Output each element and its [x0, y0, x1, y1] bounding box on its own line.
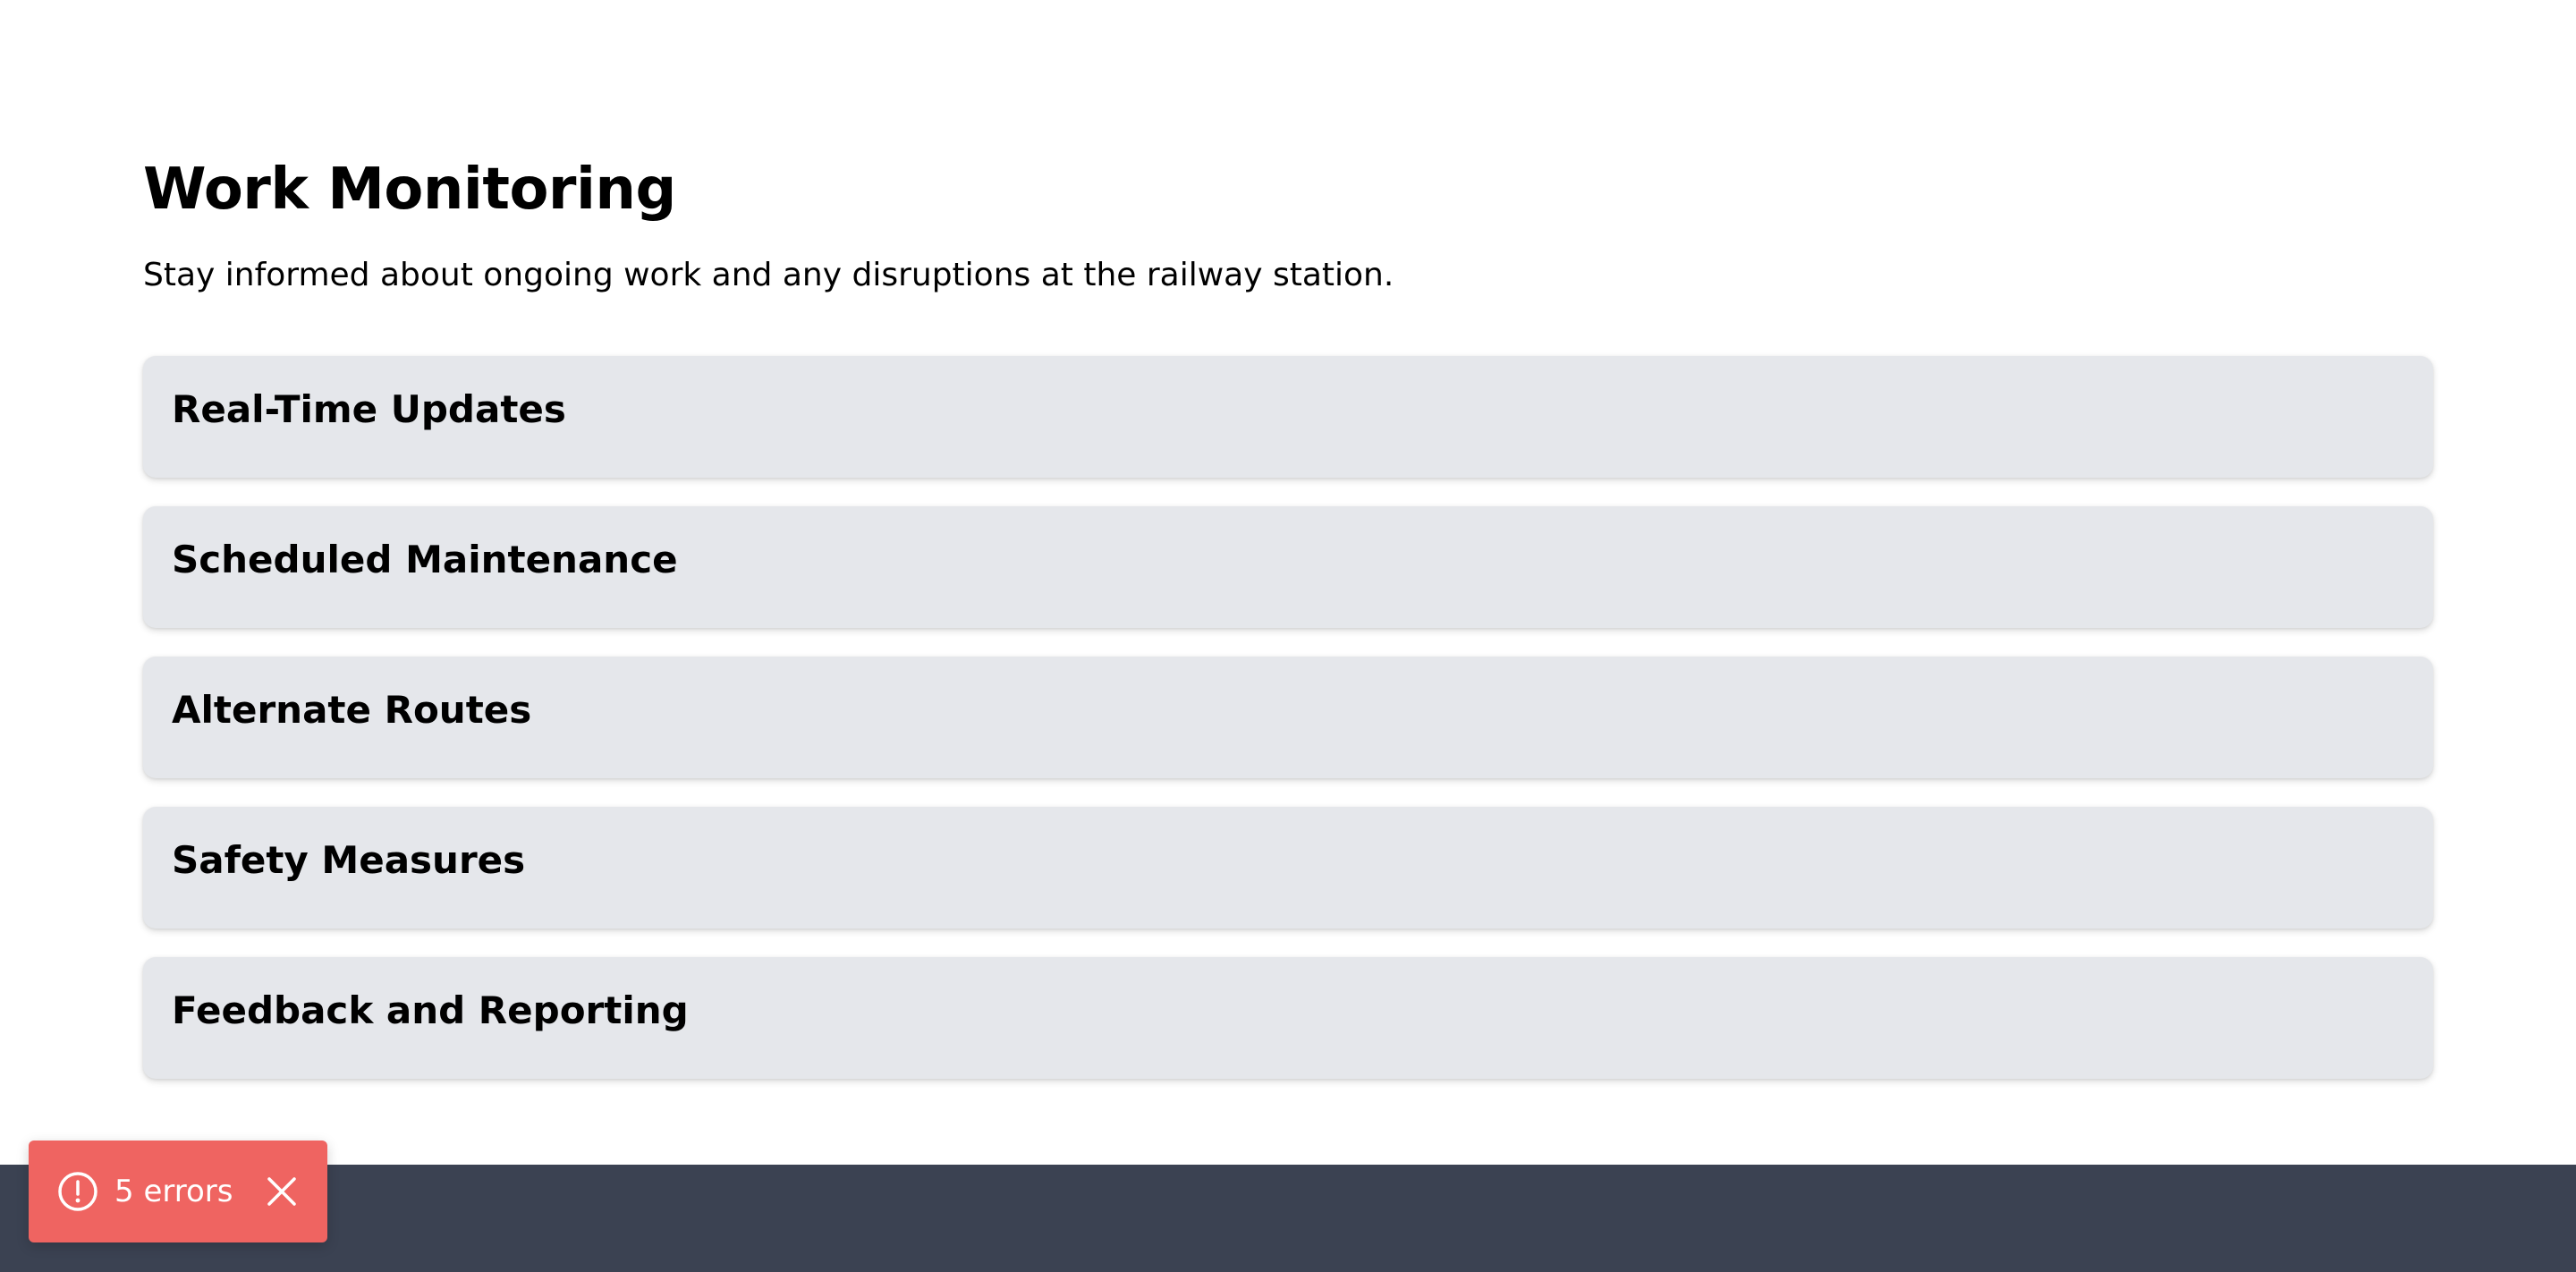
page-title: Work Monitoring — [143, 157, 676, 223]
section-title: Scheduled Maintenance — [172, 538, 678, 581]
section-alternate-routes[interactable]: Alternate Routes — [143, 657, 2433, 778]
close-toast-button[interactable] — [258, 1167, 306, 1216]
section-title: Alternate Routes — [172, 688, 532, 732]
error-toast[interactable]: 5 errors — [29, 1141, 327, 1242]
close-icon — [267, 1177, 296, 1206]
error-count-label: 5 errors — [114, 1174, 233, 1209]
section-feedback-and-reporting[interactable]: Feedback and Reporting — [143, 957, 2433, 1079]
section-scheduled-maintenance[interactable]: Scheduled Maintenance — [143, 506, 2433, 628]
section-real-time-updates[interactable]: Real-Time Updates — [143, 356, 2433, 478]
section-title: Real-Time Updates — [172, 387, 566, 431]
page: Work Monitoring Stay informed about ongo… — [0, 0, 2576, 1272]
page-subtitle: Stay informed about ongoing work and any… — [143, 257, 1394, 293]
section-title: Feedback and Reporting — [172, 988, 689, 1032]
section-title: Safety Measures — [172, 838, 526, 882]
section-list: Real-Time Updates Scheduled Maintenance … — [143, 356, 2433, 1107]
footer — [0, 1165, 2576, 1272]
section-safety-measures[interactable]: Safety Measures — [143, 807, 2433, 929]
alert-circle-icon — [57, 1171, 98, 1212]
